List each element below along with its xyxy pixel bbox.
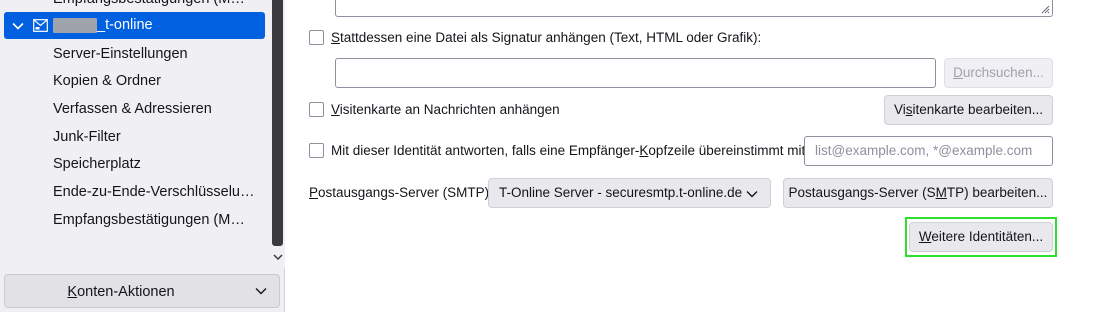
- sidebar-item-disk-space[interactable]: Speicherplatz: [53, 151, 141, 177]
- account-row-t-online[interactable]: _t-online: [4, 12, 265, 39]
- highlight-box: [905, 217, 1057, 257]
- browse-button[interactable]: Durchsuchen...: [944, 58, 1053, 88]
- scroll-down-arrow-icon[interactable]: [273, 252, 283, 262]
- attach-signature-file-checkbox[interactable]: [309, 30, 324, 45]
- account-tree: Empfangsbestätigungen (M… _t-online Serv…: [0, 0, 270, 268]
- sidebar-item-composition[interactable]: Verfassen & Adressieren: [53, 96, 212, 122]
- edit-smtp-server-button[interactable]: Postausgangs-Server (SMTP) bearbeiten...: [783, 178, 1053, 208]
- sidebar-item-receipts-partial[interactable]: Empfangsbestätigungen (M…: [53, 0, 245, 12]
- attach-signature-file-label[interactable]: Stattdessen eine Datei als Signatur anhä…: [331, 29, 761, 47]
- smtp-server-selected-value: T-Online Server - securesmtp.t-online.de: [499, 185, 743, 200]
- account-name: _t-online: [97, 17, 153, 33]
- chevron-down-icon[interactable]: [12, 20, 24, 32]
- sidebar-item-copies-folders[interactable]: Kopien & Ordner: [53, 68, 161, 94]
- signature-text-area[interactable]: [335, 0, 1053, 17]
- account-actions-button[interactable]: Konten-Aktionen: [4, 274, 280, 308]
- sidebar-item-server-settings[interactable]: Server-Einstellungen: [53, 41, 188, 67]
- attach-vcard-label[interactable]: Visitenkarte an Nachrichten anhängen: [331, 101, 560, 119]
- edit-vcard-button[interactable]: Visitenkarte bearbeiten...: [884, 95, 1053, 125]
- smtp-server-label: Postausgangs-Server (SMTP):: [309, 185, 493, 200]
- sidebar-scrollbar[interactable]: [270, 0, 285, 268]
- reply-from-identity-checkbox[interactable]: [309, 143, 324, 158]
- sidebar-item-return-receipts[interactable]: Empfangsbestätigungen (M…: [53, 207, 245, 233]
- account-settings-sidebar: Empfangsbestätigungen (M… _t-online Serv…: [0, 0, 285, 312]
- account-actions-label: Konten-Aktionen: [67, 284, 175, 300]
- signature-file-path-input[interactable]: [335, 58, 936, 88]
- chevron-down-icon: [255, 288, 267, 295]
- reply-from-identity-label[interactable]: Mit dieser Identität antworten, falls ei…: [331, 142, 809, 160]
- scrollbar-thumb[interactable]: [272, 0, 283, 246]
- redacted-account-name: [53, 18, 97, 33]
- mail-account-icon: [33, 19, 48, 32]
- sidebar-item-e2e-encryption[interactable]: Ende-zu-Ende-Verschlüsselu…: [53, 179, 255, 205]
- sidebar-item-junk-filter[interactable]: Junk-Filter: [53, 124, 121, 150]
- resize-grip-icon[interactable]: [1041, 5, 1050, 14]
- reply-identity-pattern-input[interactable]: list@example.com, *@example.com: [804, 136, 1053, 166]
- smtp-server-select[interactable]: T-Online Server - securesmtp.t-online.de: [488, 178, 771, 208]
- attach-vcard-checkbox[interactable]: [309, 102, 324, 117]
- chevron-down-icon: [746, 191, 758, 198]
